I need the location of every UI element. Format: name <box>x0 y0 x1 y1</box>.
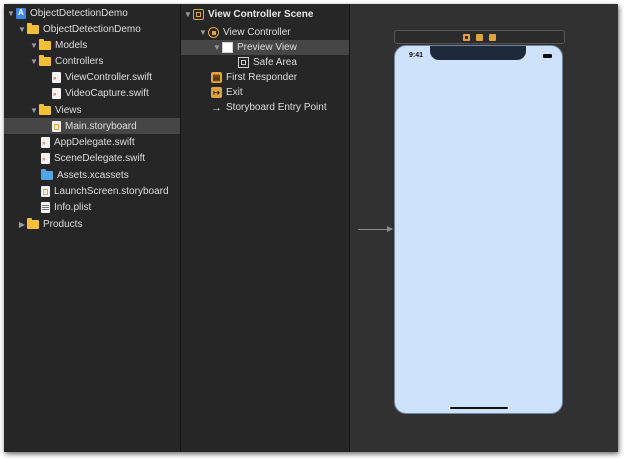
outline-item-safe-area[interactable]: Safe Area <box>181 55 349 70</box>
navigator-item-controllers[interactable]: ▼ Controllers <box>4 53 180 69</box>
folder-icon <box>39 54 51 66</box>
folder-icon <box>27 217 39 229</box>
navigator-item-models[interactable]: ▼ Models <box>4 37 180 53</box>
view-controller-icon[interactable] <box>463 33 470 41</box>
outline-item-entry-point[interactable]: → Storyboard Entry Point <box>181 100 349 115</box>
entry-point-arrow-icon: → <box>211 101 222 114</box>
navigator-item-label: Controllers <box>55 55 104 67</box>
navigator-item-label: VideoCapture.swift <box>65 87 149 99</box>
navigator-item-main-storyboard[interactable]: Main.storyboard <box>4 118 180 134</box>
navigator-item-assets[interactable]: Assets.xcassets <box>4 167 180 183</box>
navigator-item-label: SceneDelegate.swift <box>54 152 146 164</box>
device-notch <box>430 46 526 60</box>
disclosure-expanded-icon[interactable]: ▼ <box>198 28 208 37</box>
xcode-project-icon <box>16 7 26 19</box>
outline-item-label: First Responder <box>226 72 298 83</box>
navigator-item-label: Products <box>43 218 83 230</box>
scene-dock[interactable] <box>394 30 565 44</box>
status-bar-time: 9:41 <box>409 52 424 59</box>
outline-item-scene[interactable]: ▼ View Controller Scene <box>181 7 349 22</box>
outline-item-label: Safe Area <box>253 57 297 68</box>
disclosure-expanded-icon[interactable]: ▼ <box>212 43 222 52</box>
disclosure-expanded-icon[interactable]: ▼ <box>17 25 27 34</box>
navigator-item-group[interactable]: ▼ ObjectDetectionDemo <box>4 21 180 37</box>
disclosure-expanded-icon[interactable]: ▼ <box>183 10 193 19</box>
navigator-item-views[interactable]: ▼ Views <box>4 102 180 118</box>
disclosure-collapsed-icon[interactable]: ▶ <box>17 220 27 229</box>
navigator-item-viewcontroller-swift[interactable]: » ViewController.swift <box>4 69 180 85</box>
project-navigator: ▼ ObjectDetectionDemo ▼ ObjectDetectionD… <box>4 4 181 452</box>
swift-file-icon: » <box>52 87 61 99</box>
storyboard-canvas[interactable]: 9:41 <box>350 4 618 452</box>
outline-item-label: View Controller <box>223 27 291 38</box>
view-controller-icon <box>208 27 219 38</box>
storyboard-entry-arrow[interactable] <box>358 226 393 232</box>
exit-icon[interactable] <box>489 33 496 41</box>
asset-catalog-icon <box>41 168 53 180</box>
disclosure-expanded-icon[interactable]: ▼ <box>29 57 39 66</box>
navigator-item-label: Assets.xcassets <box>57 169 129 181</box>
navigator-item-videocapture-swift[interactable]: » VideoCapture.swift <box>4 85 180 101</box>
navigator-item-label: Views <box>55 104 82 116</box>
device-frame[interactable]: 9:41 <box>394 45 563 414</box>
disclosure-expanded-icon[interactable]: ▼ <box>29 106 39 115</box>
exit-icon: ↦ <box>211 87 222 98</box>
xcode-window: ▼ ObjectDetectionDemo ▼ ObjectDetectionD… <box>4 4 618 452</box>
navigator-item-label: Info.plist <box>54 201 92 213</box>
disclosure-expanded-icon[interactable]: ▼ <box>29 41 39 50</box>
outline-item-label: Preview View <box>237 42 297 53</box>
navigator-item-label: ViewController.swift <box>65 71 153 83</box>
navigator-item-launchscreen[interactable]: LaunchScreen.storyboard <box>4 183 180 199</box>
swift-file-icon: » <box>41 136 50 148</box>
scene-icon <box>193 9 204 20</box>
view-icon <box>222 42 233 53</box>
safe-area-icon <box>238 57 249 68</box>
navigator-item-label: LaunchScreen.storyboard <box>54 185 169 197</box>
folder-icon <box>39 103 51 115</box>
swift-file-icon: » <box>41 152 50 164</box>
disclosure-expanded-icon[interactable]: ▼ <box>6 9 16 18</box>
document-outline: ▼ View Controller Scene ▼ View Controlle… <box>181 4 350 452</box>
navigator-item-label: ObjectDetectionDemo <box>30 7 128 19</box>
battery-icon <box>543 54 552 58</box>
outline-item-view-controller[interactable]: ▼ View Controller <box>181 25 349 40</box>
outline-item-exit[interactable]: ↦ Exit <box>181 85 349 100</box>
outline-item-label: Exit <box>226 87 243 98</box>
navigator-item-products[interactable]: ▶ Products <box>4 216 180 232</box>
first-responder-icon: ▤ <box>211 72 222 83</box>
folder-icon <box>27 22 39 34</box>
navigator-item-scenedelegate-swift[interactable]: » SceneDelegate.swift <box>4 150 180 166</box>
home-indicator <box>450 407 508 409</box>
plist-file-icon <box>41 201 50 213</box>
navigator-item-label: ObjectDetectionDemo <box>43 23 141 35</box>
outline-item-first-responder[interactable]: ▤ First Responder <box>181 70 349 85</box>
first-responder-icon[interactable] <box>476 33 483 41</box>
storyboard-file-icon <box>52 120 61 132</box>
navigator-item-appdelegate-swift[interactable]: » AppDelegate.swift <box>4 134 180 150</box>
outline-item-label: View Controller Scene <box>208 9 314 20</box>
swift-file-icon: » <box>52 71 61 83</box>
folder-icon <box>39 38 51 50</box>
navigator-item-label: AppDelegate.swift <box>54 136 135 148</box>
navigator-item-info-plist[interactable]: Info.plist <box>4 199 180 215</box>
navigator-item-project[interactable]: ▼ ObjectDetectionDemo <box>4 5 180 21</box>
navigator-item-label: Main.storyboard <box>65 120 137 132</box>
outline-item-preview-view[interactable]: ▼ Preview View <box>181 40 349 55</box>
navigator-item-label: Models <box>55 39 88 51</box>
storyboard-file-icon <box>41 185 50 197</box>
outline-item-label: Storyboard Entry Point <box>226 102 327 113</box>
